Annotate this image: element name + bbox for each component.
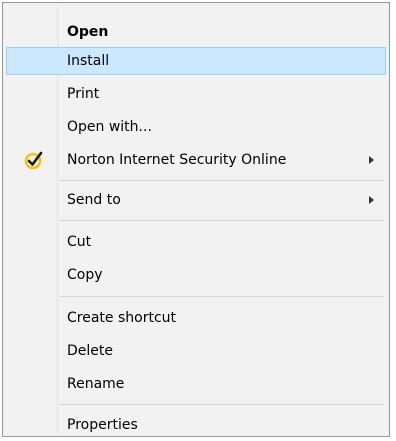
context-menu: Open Install Print Open with... Norton I… <box>2 2 390 437</box>
menu-item-open-with[interactable]: Open with... <box>6 113 386 141</box>
norton-check-icon <box>24 151 43 170</box>
submenu-arrow-icon <box>369 156 374 164</box>
menu-separator <box>60 296 384 297</box>
menu-item-label: Norton Internet Security Online <box>67 152 287 168</box>
menu-item-delete[interactable]: Delete <box>6 337 386 365</box>
menu-item-copy[interactable]: Copy <box>6 261 386 289</box>
menu-item-label: Cut <box>67 234 92 250</box>
menu-item-create-shortcut[interactable]: Create shortcut <box>6 304 386 332</box>
menu-item-label: Delete <box>67 343 113 359</box>
menu-item-label: Open with... <box>67 119 152 135</box>
menu-separator <box>60 220 384 221</box>
menu-item-label: Install <box>67 53 110 69</box>
menu-item-print[interactable]: Print <box>6 80 386 108</box>
submenu-arrow-icon <box>369 196 374 204</box>
menu-item-rename[interactable]: Rename <box>6 370 386 398</box>
menu-item-properties[interactable]: Properties <box>6 411 386 439</box>
menu-separator <box>60 404 384 405</box>
menu-item-label: Open <box>67 24 109 40</box>
menu-item-label: Rename <box>67 376 125 392</box>
menu-item-install[interactable]: Install <box>6 47 386 75</box>
menu-item-send-to[interactable]: Send to <box>6 186 386 214</box>
menu-item-label: Create shortcut <box>67 310 177 326</box>
menu-separator <box>60 180 384 181</box>
menu-item-label: Send to <box>67 192 121 208</box>
menu-item-label: Copy <box>67 267 103 283</box>
menu-item-label: Print <box>67 86 100 102</box>
menu-item-norton[interactable]: Norton Internet Security Online <box>6 146 386 174</box>
menu-item-label: Properties <box>67 417 138 433</box>
menu-item-cut[interactable]: Cut <box>6 228 386 256</box>
menu-item-open[interactable]: Open <box>6 18 386 46</box>
